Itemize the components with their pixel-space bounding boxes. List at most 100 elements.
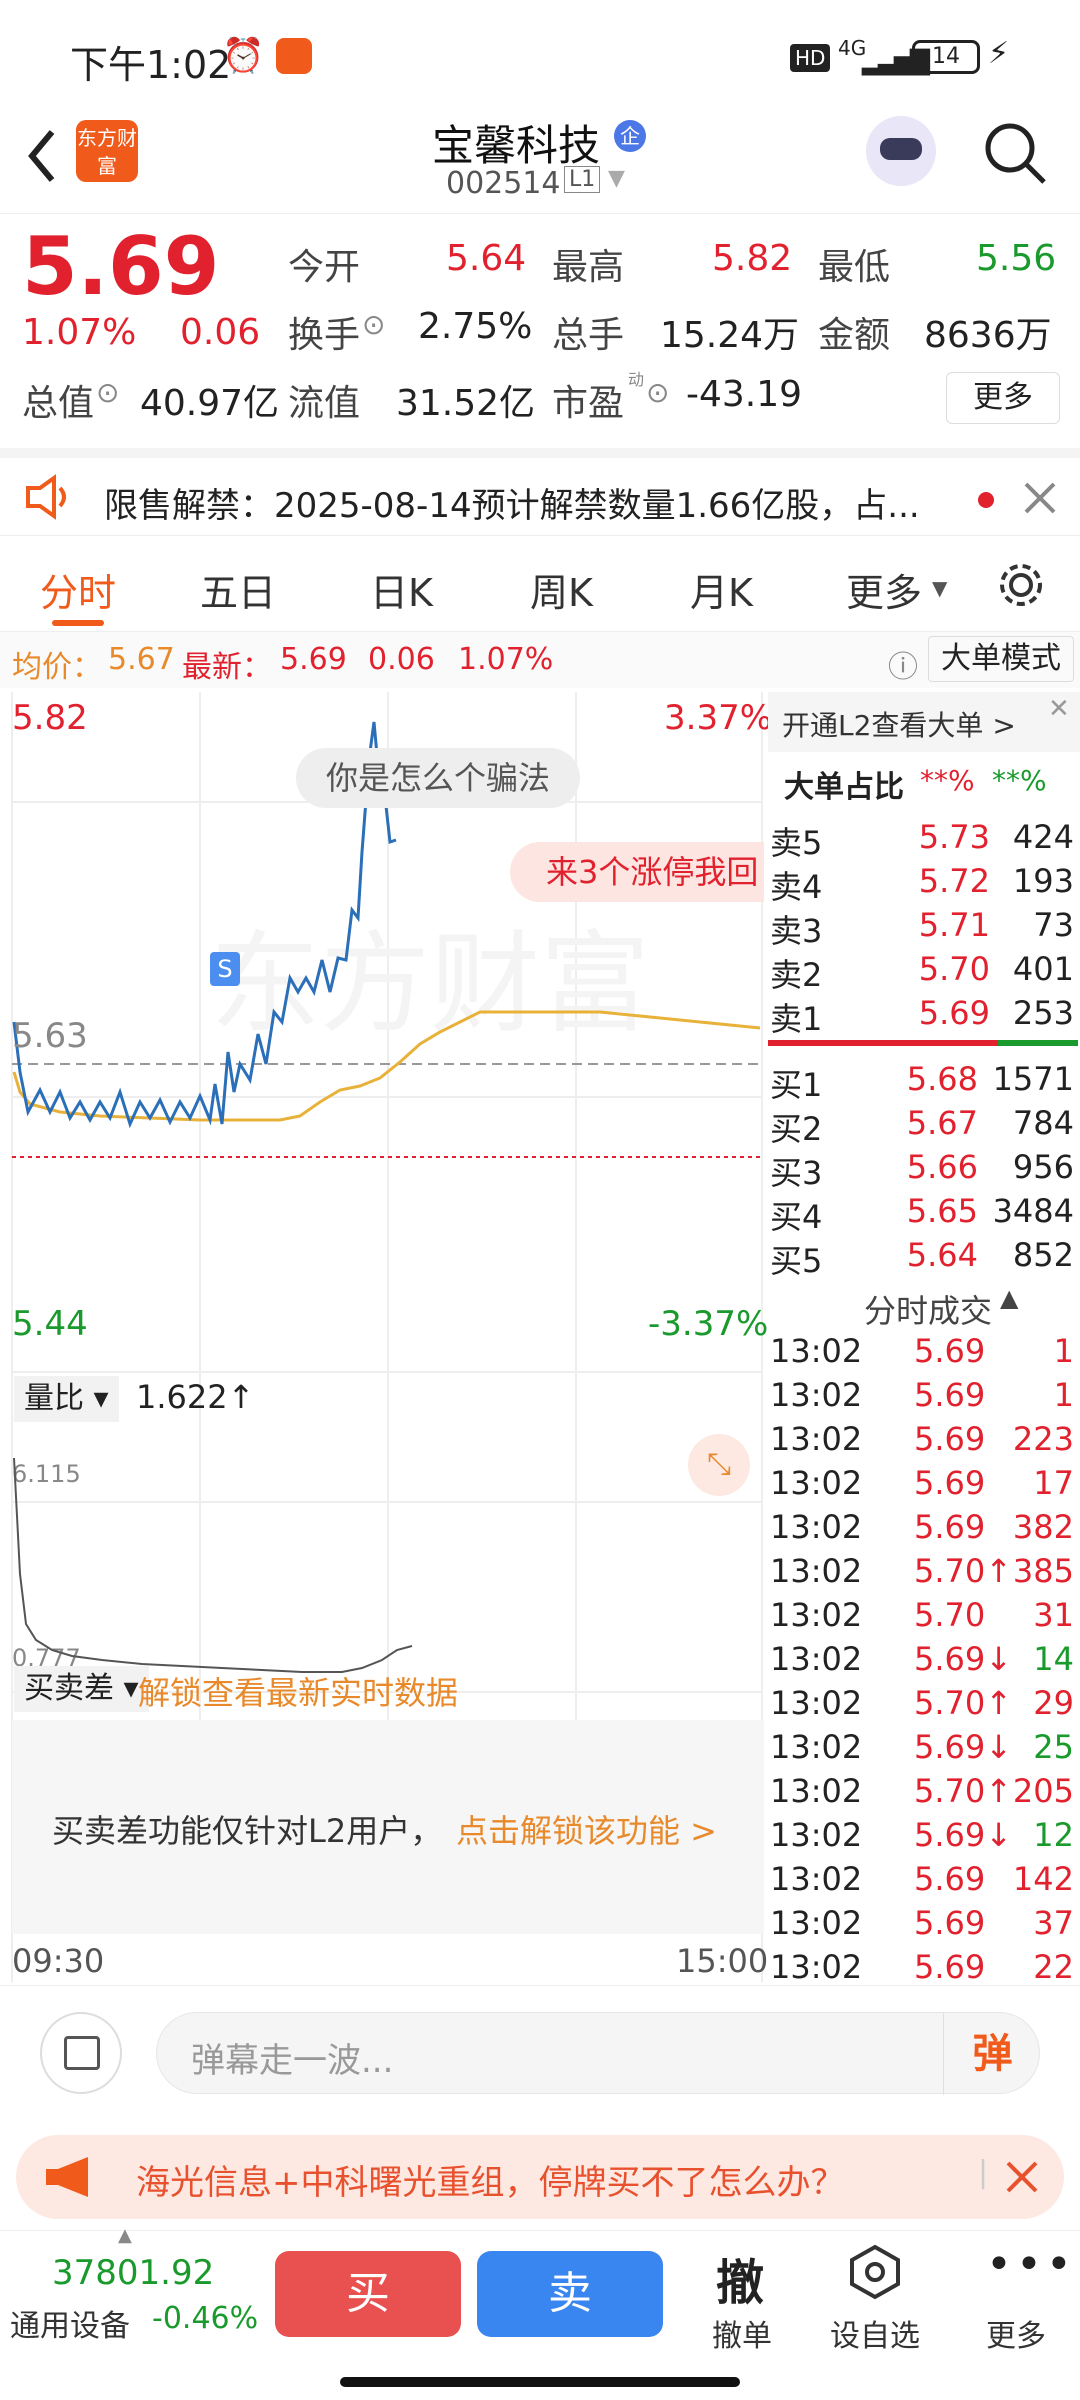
low-value: 5.56	[976, 238, 1057, 279]
trade-price: 5.69	[914, 1420, 986, 1458]
gear-icon[interactable]	[996, 560, 1046, 610]
trade-row: 13:02 5.69 37	[768, 1904, 1078, 1948]
ask-level: 卖2	[770, 956, 823, 994]
more-label[interactable]: 更多	[986, 2311, 1046, 2355]
danmu-toggle-button[interactable]: 弹	[943, 2013, 1041, 2095]
index-expand-icon[interactable]: ▲	[118, 2225, 132, 2246]
bid-level: 买2	[770, 1110, 823, 1148]
promo-close-icon[interactable]	[1002, 2157, 1042, 2197]
code-dropdown-icon[interactable]: ▼	[608, 166, 625, 191]
volume-value: 15.24万	[660, 315, 800, 356]
l2-close-icon[interactable]: ✕	[1048, 694, 1070, 724]
bid-price: 5.67	[906, 1104, 978, 1142]
add-watchlist-icon[interactable]	[846, 2243, 904, 2301]
trade-volume: 205	[1012, 1772, 1074, 1810]
time-start-label: 09:30	[12, 1942, 105, 1980]
latest-label: 最新：	[182, 650, 272, 685]
eastmoney-logo[interactable]: 东方财富	[76, 120, 138, 182]
buy-button[interactable]: 买	[275, 2251, 461, 2337]
stock-code: 002514	[446, 166, 561, 201]
notification-app-icon	[276, 38, 312, 74]
trade-volume: 31	[1033, 1596, 1074, 1634]
index-value[interactable]: 37801.92	[52, 2253, 214, 2293]
danmaku-input[interactable]: 弹幕走一波... 弹	[156, 2012, 1041, 2095]
search-icon[interactable]	[982, 120, 1048, 186]
volume-ratio-value: 1.622↑	[136, 1378, 255, 1416]
home-indicator	[340, 2377, 740, 2387]
bs-diff-select[interactable]: 买卖差 ▾	[14, 1666, 149, 1712]
more-dots-icon[interactable]: •••	[986, 2239, 1076, 2290]
trade-row: 13:02 5.70↑ 205	[768, 1772, 1078, 1816]
unlock-link[interactable]: 解锁查看最新实时数据	[138, 1668, 458, 1714]
tab-monthly-k[interactable]: 月K	[690, 562, 753, 617]
mktcap-value: 40.97亿	[140, 383, 280, 424]
tab-more[interactable]: 更多	[846, 562, 922, 617]
ask-bid-ratio-red	[768, 1040, 998, 1046]
trade-volume: 385	[1012, 1552, 1074, 1590]
avatar-face	[880, 138, 922, 160]
back-icon[interactable]	[22, 126, 62, 186]
l2-upsell-text: 开通L2查看大单 >	[782, 709, 1016, 742]
sell-button[interactable]: 卖	[477, 2251, 663, 2337]
robot-avatar[interactable]	[866, 116, 936, 186]
trade-price: 5.69	[914, 1376, 986, 1414]
promo-banner[interactable]: 海光信息+中科曙光重组，停牌买不了怎么办？ |	[16, 2135, 1064, 2219]
bid-level: 买5	[770, 1242, 823, 1280]
trades-collapse-icon[interactable]: ▲	[1000, 1284, 1018, 1312]
notice-dot	[978, 492, 994, 508]
expand-icon[interactable]: ⤡	[688, 1434, 750, 1496]
trade-row: 13:02 5.70 31	[768, 1596, 1078, 1640]
help-icon[interactable]: ⓘ	[888, 642, 918, 686]
danmaku-settings-icon[interactable]	[40, 2012, 122, 2094]
big-order-mode-button[interactable]: 大单模式	[928, 636, 1074, 682]
tab-intraday[interactable]: 分时	[40, 562, 116, 617]
trade-time: 13:02	[770, 1464, 863, 1502]
trade-time: 13:02	[770, 1332, 863, 1370]
current-price: 5.69	[22, 220, 220, 313]
period-tabs: 分时 五日 日K 周K 月K 更多 ▼	[0, 540, 1080, 632]
close-icon[interactable]	[1020, 478, 1060, 518]
add-watchlist-label[interactable]: 设自选	[830, 2311, 920, 2355]
chart-area: 均价： 5.67 最新： 5.69 0.06 1.07% ⓘ 大单模式 东方财富	[0, 632, 1080, 1986]
cancel-order-icon[interactable]: 撤	[716, 2243, 764, 2313]
ask-level: 卖3	[770, 912, 823, 950]
trade-price: 5.69↓	[914, 1640, 1013, 1678]
sell-signal-marker[interactable]: S	[210, 952, 240, 986]
bid-price: 5.64	[906, 1236, 978, 1274]
amount-label: 金额	[818, 315, 891, 356]
ask-row: 卖4 5.72 193	[768, 862, 1078, 906]
turnover-info-icon[interactable]: ⊙	[362, 308, 385, 341]
pe-label: 市盈	[552, 383, 625, 424]
bid-level: 买1	[770, 1066, 823, 1104]
trade-row: 13:02 5.69↓ 25	[768, 1728, 1078, 1772]
amount-value: 8636万	[924, 315, 1052, 356]
bid-price: 5.66	[906, 1148, 978, 1186]
charging-icon: ⚡	[988, 36, 1010, 71]
index-name[interactable]: 通用设备	[10, 2301, 130, 2345]
bid-row: 买5 5.64 852	[768, 1236, 1078, 1280]
tab-five-day[interactable]: 五日	[200, 562, 276, 617]
danmaku-input-bar: 弹幕走一波... 弹	[0, 1985, 1080, 2105]
danmaku-bubble: 你是怎么个骗法	[296, 748, 581, 808]
l2-upsell[interactable]: 开通L2查看大单 > ✕	[768, 692, 1080, 752]
ask-row: 卖1 5.69 253	[768, 994, 1078, 1038]
volume-panel: 量比 ▾ 1.622↑ 6.115 0.777 ⤡	[12, 1374, 764, 1674]
pe-info-icon[interactable]: ⊙	[646, 376, 669, 409]
trade-row: 13:02 5.69 223	[768, 1420, 1078, 1464]
more-quote-button[interactable]: 更多	[946, 372, 1060, 424]
unlock-notice[interactable]: 限售解禁：2025-08-14预计解禁数量1.66亿股，占...	[0, 448, 1080, 536]
tab-more-arrow-icon[interactable]: ▼	[932, 576, 947, 600]
trade-time: 13:02	[770, 1552, 863, 1590]
ask-volume: 424	[1012, 818, 1074, 856]
mktcap-info-icon[interactable]: ⊙	[96, 376, 119, 409]
ask-volume: 193	[1012, 862, 1074, 900]
tab-daily-k[interactable]: 日K	[370, 562, 433, 617]
tab-weekly-k[interactable]: 周K	[530, 562, 593, 617]
unlock-feature-link[interactable]: 点击解锁该功能 >	[456, 1806, 717, 1852]
trade-price: 5.70	[914, 1596, 986, 1634]
trade-row: 13:02 5.70↑ 385	[768, 1552, 1078, 1596]
trade-price: 5.69	[914, 1904, 986, 1942]
volume-ratio-select[interactable]: 量比 ▾	[14, 1376, 119, 1422]
cancel-order-label[interactable]: 撤单	[712, 2311, 772, 2355]
trade-row: 13:02 5.69 17	[768, 1464, 1078, 1508]
